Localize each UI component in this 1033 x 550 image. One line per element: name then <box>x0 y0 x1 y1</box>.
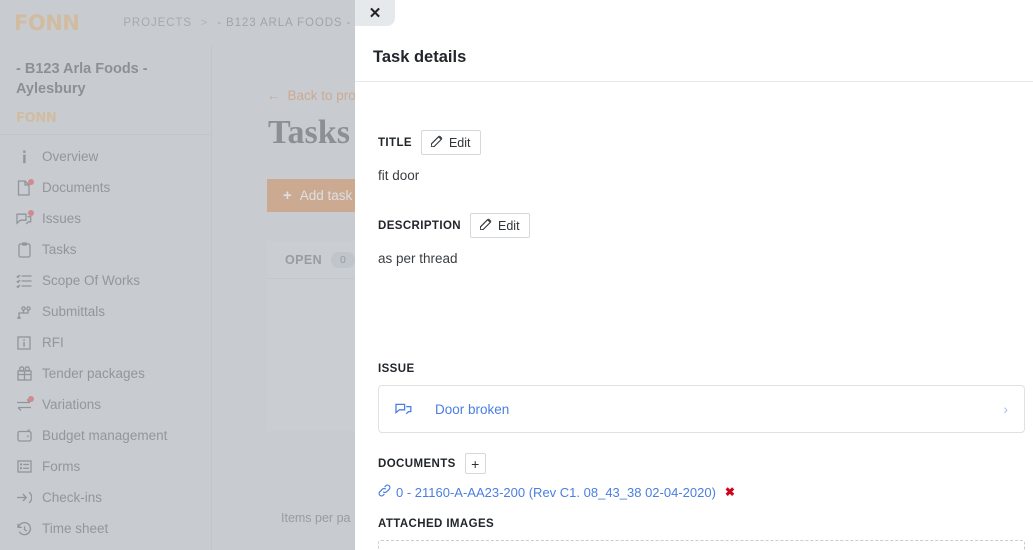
sidebar-item-label: RFI <box>42 335 64 351</box>
breadcrumb-projects[interactable]: PROJECTS <box>123 17 192 29</box>
issue-name[interactable]: Door broken <box>435 402 1003 417</box>
edit-title-label: Edit <box>448 135 471 150</box>
chat-icon <box>16 209 34 227</box>
sidebar-item-label: Tender packages <box>42 366 145 382</box>
document-name[interactable]: 0 - 21160-A-AA23-200 (Rev C1. 08_43_38 0… <box>396 485 716 500</box>
sidebar-item-check-ins[interactable]: Check-ins <box>0 482 211 513</box>
sidebar-item-label: Time sheet <box>42 521 109 537</box>
link-icon <box>378 484 391 500</box>
sidebar-item-label: Submittals <box>42 304 106 320</box>
sidebar-item-label: Scope Of Works <box>42 273 141 289</box>
fonn-logo[interactable]: FONN <box>14 11 80 35</box>
pencil-icon <box>430 135 443 150</box>
sidebar-item-tasks[interactable]: Tasks <box>0 234 211 265</box>
login-icon <box>16 490 32 506</box>
list-icon <box>16 273 32 289</box>
wallet-icon <box>16 428 32 444</box>
edit-description-button[interactable]: Edit <box>470 213 530 238</box>
sidebar-item-time-sheet[interactable]: Time sheet <box>0 513 211 544</box>
issue-section: ISSUE Door broken › <box>378 363 1025 433</box>
attached-images-dropzone[interactable] <box>378 540 1025 550</box>
pencil-icon <box>479 218 492 233</box>
edit-title-button[interactable]: Edit <box>420 130 481 155</box>
close-icon: ✕ <box>368 4 382 22</box>
exchange-icon <box>16 395 34 413</box>
modal-title: Task details <box>373 48 467 66</box>
back-link-label: Back to pro <box>287 88 356 103</box>
sidebar-item-label: Check-ins <box>42 490 103 506</box>
title-field: TITLE Edit fit door <box>378 130 481 183</box>
description-field-label: DESCRIPTION <box>378 219 461 232</box>
issue-card[interactable]: Door broken › <box>378 385 1025 433</box>
sidebar-item-label: Variations <box>42 397 102 413</box>
app-root: FONN PROJECTS > - B123 ARLA FOODS - AYLE… <box>0 0 1033 550</box>
sidebar-project-title: - B123 Arla Foods - Aylesbury <box>16 61 148 97</box>
sidebar-item-label: Tasks <box>42 242 77 258</box>
title-field-header: TITLE Edit <box>378 130 481 155</box>
sidebar-item-label: Budget management <box>42 428 168 444</box>
info-box-icon <box>16 335 32 351</box>
sidebar-project-header: - B123 Arla Foods - Aylesbury FONN <box>0 46 211 136</box>
close-button[interactable]: ✕ <box>355 0 395 26</box>
page-title: Tasks <box>268 114 350 151</box>
form-icon <box>16 459 32 475</box>
tab-open-count: 0 <box>331 251 355 268</box>
notification-dot <box>28 178 34 185</box>
add-task-button[interactable]: + Add task <box>267 179 369 212</box>
sidebar-item-scope-of-works[interactable]: Scope Of Works <box>0 265 211 296</box>
notification-dot <box>28 395 34 402</box>
breadcrumb-separator-icon: > <box>200 17 209 29</box>
sidebar-item-submittals[interactable]: Submittals <box>0 296 211 327</box>
edit-description-label: Edit <box>498 218 520 233</box>
gift-icon <box>16 366 32 382</box>
chat-icon <box>395 402 415 416</box>
description-field-header: DESCRIPTION Edit <box>378 213 530 238</box>
sidebar-item-issues[interactable]: Issues <box>0 203 211 234</box>
back-to-project-link[interactable]: ← Back to pro <box>267 88 356 103</box>
sidebar-item-label: Issues <box>42 211 82 227</box>
sidebar-item-label: Documents <box>42 180 111 196</box>
clipboard-icon <box>16 242 32 258</box>
sidebar-item-variations[interactable]: Variations <box>0 389 211 420</box>
description-field-value: as per thread <box>378 251 458 266</box>
documents-section: DOCUMENTS + 0 - 21160-A-AA23-200 (Rev C1… <box>378 453 1025 500</box>
sidebar-item-tender-packages[interactable]: Tender packages <box>0 358 211 389</box>
notification-dot <box>28 209 34 216</box>
sidebar-item-label: Forms <box>42 459 81 475</box>
attached-images-label: ATTACHED IMAGES <box>378 518 495 530</box>
documents-section-label: DOCUMENTS <box>378 457 456 470</box>
modal-body: TITLE Edit fit door DESCRIPTION Edit as … <box>355 82 1033 550</box>
remove-document-icon[interactable]: ✖ <box>725 485 735 499</box>
add-task-label: Add task <box>299 188 353 203</box>
sidebar-item-rfi[interactable]: RFI <box>0 327 211 358</box>
document-icon <box>16 178 34 196</box>
hierarchy-icon <box>16 304 32 320</box>
issue-section-label: ISSUE <box>378 363 415 375</box>
info-icon <box>16 149 32 165</box>
document-list-item[interactable]: 0 - 21160-A-AA23-200 (Rev C1. 08_43_38 0… <box>378 484 1025 500</box>
sidebar-item-overview[interactable]: Overview <box>0 141 211 172</box>
sidebar-item-budget-management[interactable]: Budget management <box>0 420 211 451</box>
title-field-value: fit door <box>378 168 420 183</box>
plus-icon: + <box>283 187 292 204</box>
sidebar-project-logo: FONN <box>16 111 57 127</box>
sidebar: - B123 Arla Foods - Aylesbury FONN Overv… <box>0 46 212 550</box>
history-icon <box>16 521 32 537</box>
title-field-label: TITLE <box>378 136 412 149</box>
attached-images-section: ATTACHED IMAGES <box>378 518 1025 550</box>
sidebar-item-forms[interactable]: Forms <box>0 451 211 482</box>
description-field: DESCRIPTION Edit as per thread <box>378 213 530 266</box>
sidebar-item-documents[interactable]: Documents <box>0 172 211 203</box>
tab-open[interactable]: OPEN <box>285 253 322 267</box>
add-document-button[interactable]: + <box>464 453 486 474</box>
sidebar-item-label: Overview <box>42 149 99 165</box>
chevron-right-icon: › <box>1003 401 1008 417</box>
items-per-page-label: Items per pa <box>281 511 351 525</box>
documents-section-header: DOCUMENTS + <box>378 453 1025 474</box>
task-details-modal: ✕ Task details TITLE Edit fit door DESCR… <box>355 0 1033 550</box>
sidebar-nav: Overview Documents Issues Tasks Scope Of… <box>0 135 211 544</box>
arrow-left-icon: ← <box>267 88 281 103</box>
